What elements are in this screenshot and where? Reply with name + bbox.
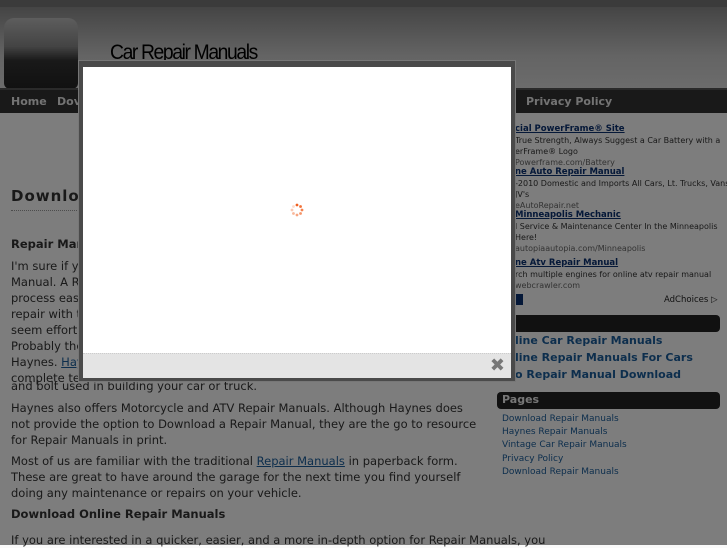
spinner-dot	[295, 203, 299, 207]
spinner-dot	[295, 213, 299, 217]
spinner-dot	[292, 205, 295, 208]
spinner-dot	[292, 212, 295, 215]
close-icon[interactable]: ✖	[490, 357, 505, 375]
spinner-dot	[300, 208, 304, 212]
lightbox-modal: ✖	[78, 60, 516, 382]
spinner-dot	[290, 208, 294, 212]
loading-spinner-icon	[290, 203, 304, 217]
spinner-dot	[299, 205, 302, 208]
spinner-dot	[299, 212, 302, 215]
modal-footer: ✖	[83, 353, 511, 378]
modal-content	[83, 67, 511, 353]
